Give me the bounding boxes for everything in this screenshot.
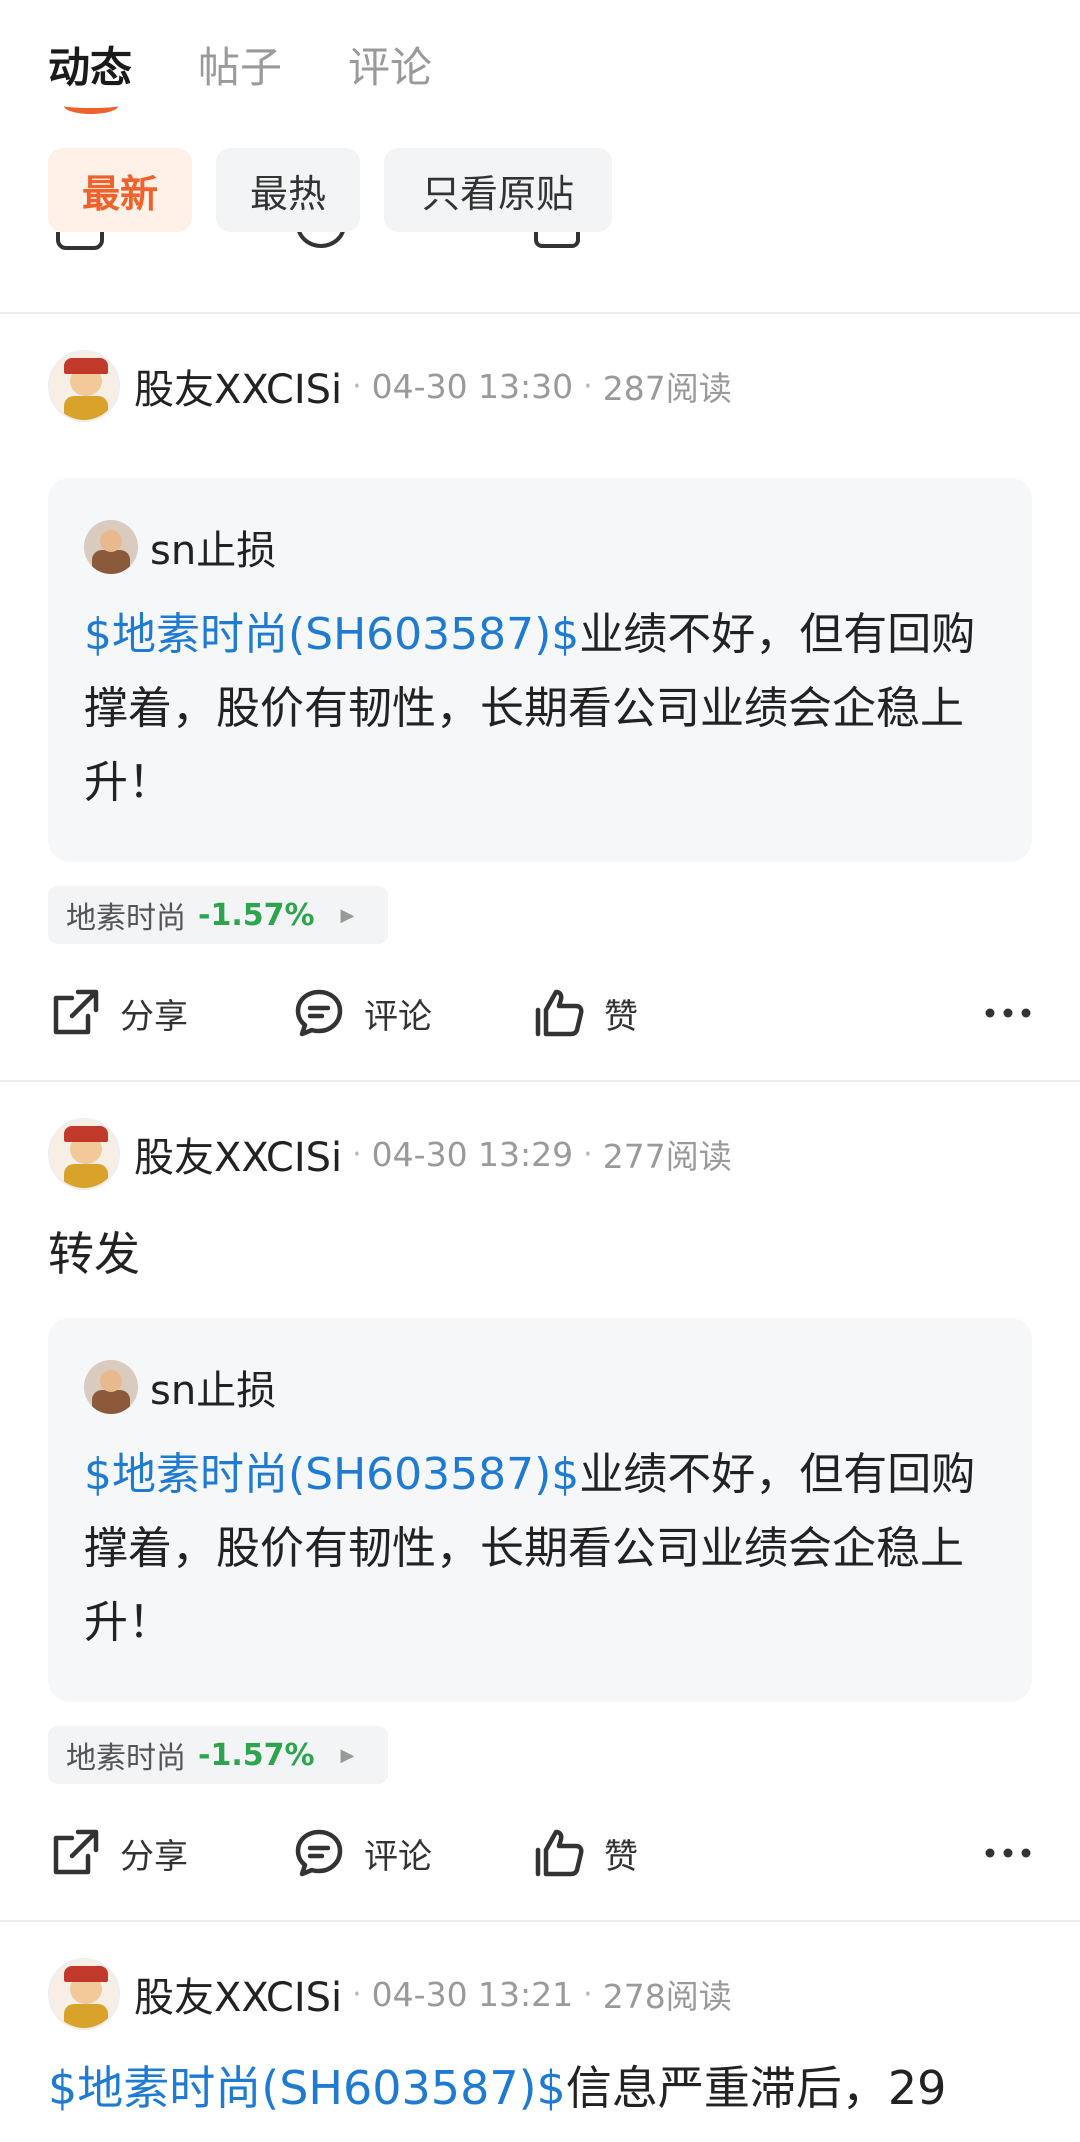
comment-icon [296,232,346,248]
stock-tag-name: 地素时尚 [66,1741,186,1776]
quoted-author-name[interactable]: sn止损 [150,1358,276,1416]
like-icon [535,989,584,1037]
like-button[interactable]: 赞 [532,1818,638,1888]
quoted-text: $地素时尚(SH603587)$业绩不好，但有回购撑着，股价有韧性，长期看公司业… [84,1449,976,1648]
post-divider [0,1080,1080,1082]
avatar[interactable] [84,520,138,574]
post-action-bar: 分享 评论 赞 [48,978,1032,1048]
like-icon [535,1829,584,1877]
more-options-button[interactable] [984,978,1032,1048]
quoted-post[interactable]: sn止损 $地素时尚(SH603587)$业绩不好，但有回购撑着，股价有韧性，长… [48,478,1032,862]
stock-tag[interactable]: 地素时尚 -1.57% ▶ [48,886,388,944]
comment-button[interactable]: 评论 [292,1818,432,1888]
author-name[interactable]: 股友XXCISi [134,357,342,415]
tab-activity[interactable]: 动态 [48,34,132,95]
avatar[interactable] [48,1118,120,1190]
filter-hottest-chip[interactable]: 最热 [216,148,360,232]
post-time: 04-30 13:30 [371,366,574,406]
stock-link[interactable]: $地素时尚(SH603587)$ [84,609,579,660]
stock-change: -1.57% [198,897,315,933]
avatar[interactable] [48,1958,120,2030]
read-count: 278阅读 [602,1977,732,2016]
post-divider [0,1920,1080,1922]
quoted-text: $地素时尚(SH603587)$业绩不好，但有回购撑着，股价有韧性，长期看公司业… [84,609,976,808]
share-icon [56,232,104,250]
avatar[interactable] [84,1360,138,1414]
play-arrow-icon: ▶ [340,1744,355,1766]
comment-button[interactable]: 评论 [292,978,432,1048]
stock-tag[interactable]: 地素时尚 -1.57% ▶ [48,1726,388,1784]
tab-comments[interactable]: 评论 [348,34,432,95]
tab-posts[interactable]: 帖子 [198,34,282,95]
comment-icon [295,1829,343,1877]
post-author-row: 股友XXCISi · 04-30 13:29 · 277阅读 [48,1118,732,1190]
post-divider [0,312,1080,314]
avatar[interactable] [48,350,120,422]
post-time: 04-30 13:29 [371,1134,574,1174]
stock-tag-name: 地素时尚 [66,901,186,936]
active-tab-indicator [64,98,118,114]
read-count: 287阅读 [602,369,732,408]
stock-link[interactable]: $地素时尚(SH603587)$ [48,2061,566,2115]
post-body-text: 转发 [48,1227,140,1281]
comment-icon [295,989,343,1037]
author-name[interactable]: 股友XXCISi [134,1965,342,2023]
filter-original-only-chip[interactable]: 只看原贴 [384,148,612,232]
quoted-author-name[interactable]: sn止损 [150,518,276,576]
post-author-row: 股友XXCISi · 04-30 13:30 · 287阅读 [48,350,732,422]
more-icon [985,1008,1031,1018]
more-options-button[interactable] [984,1818,1032,1888]
top-tab-bar: 动态 帖子 评论 [0,0,1080,140]
share-icon [53,989,99,1035]
share-button[interactable]: 分享 [48,978,188,1048]
quoted-author: sn止损 [84,518,276,576]
author-name[interactable]: 股友XXCISi [134,1125,342,1183]
quoted-post[interactable]: sn止损 $地素时尚(SH603587)$业绩不好，但有回购撑着，股价有韧性，长… [48,1318,1032,1702]
filter-chip-row: 最新 最热 只看原贴 [0,148,1080,232]
like-button[interactable]: 赞 [532,978,638,1048]
quoted-author: sn止损 [84,1358,276,1416]
like-icon [534,232,580,248]
more-icon [985,1848,1031,1858]
post-author-row: 股友XXCISi · 04-30 13:21 · 278阅读 [48,1958,732,2030]
share-button[interactable]: 分享 [48,1818,188,1888]
stock-link[interactable]: $地素时尚(SH603587)$ [84,1449,579,1500]
share-icon [53,1829,99,1875]
post-action-bar: 分享 评论 赞 [48,1818,1032,1888]
filter-latest-chip[interactable]: 最新 [48,148,192,232]
post-time: 04-30 13:21 [371,1974,574,2014]
play-arrow-icon: ▶ [340,904,355,926]
post-body-text: $地素时尚(SH603587)$信息严重滞后，29 [48,2061,947,2115]
previous-post-actions-clipped [0,232,1080,272]
read-count: 277阅读 [602,1137,732,1176]
stock-change: -1.57% [198,1737,315,1773]
